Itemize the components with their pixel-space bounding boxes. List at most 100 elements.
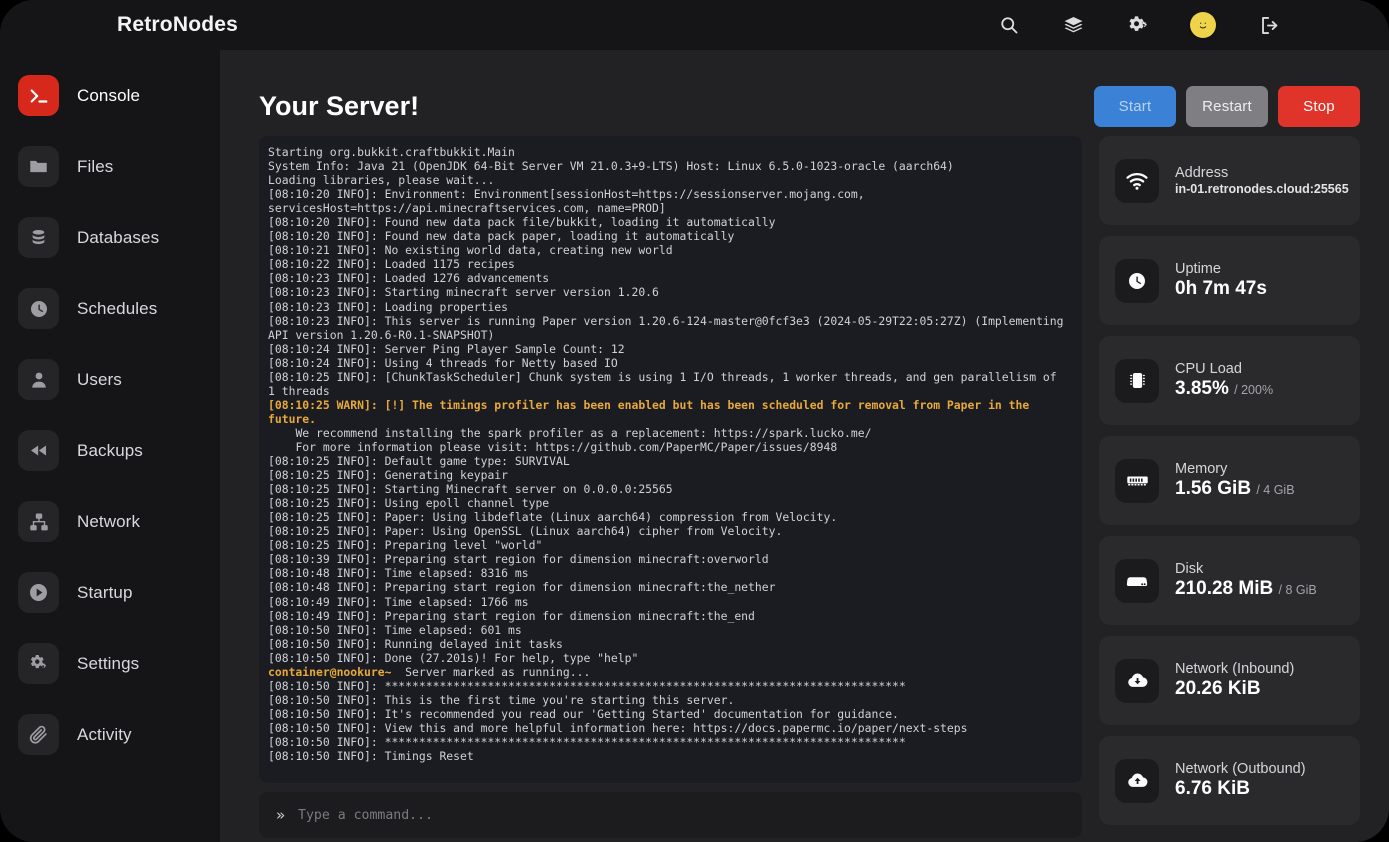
sidebar-item-console[interactable]: Console — [0, 64, 220, 127]
console-line: [08:10:50 INFO]: ***********************… — [268, 734, 906, 749]
stat-text: Uptime 0h 7m 47s — [1175, 261, 1267, 300]
sidebar-item-label: Users — [77, 369, 122, 389]
console-line: [08:10:39 INFO]: Preparing start region … — [268, 552, 769, 567]
console-line-text: Server marked as running... — [405, 664, 591, 679]
sidebar-item-label: Network — [77, 511, 141, 531]
console-line: [08:10:20 INFO]: Found new data pack fil… — [268, 215, 776, 230]
top-bar: RetroNodes — [0, 0, 1389, 50]
stat-card: Uptime 0h 7m 47s — [1099, 236, 1360, 325]
clock-icon — [18, 288, 59, 329]
stat-label: Uptime — [1175, 261, 1221, 277]
layers-icon[interactable] — [1062, 14, 1084, 36]
page-title: Your Server! — [259, 90, 420, 121]
console-line: [08:10:25 INFO]: Using epoll channel typ… — [268, 496, 550, 511]
sidebar-item-label: Startup — [77, 582, 133, 602]
clock-icon — [1115, 258, 1159, 303]
console-line: [08:10:22 INFO]: Loaded 1175 recipes — [268, 257, 515, 272]
stat-value-row: 3.85% / 200% — [1175, 378, 1273, 400]
disk-icon — [1115, 558, 1159, 603]
memory-icon — [1115, 458, 1159, 503]
console-line: [08:10:25 INFO]: Preparing level "world" — [268, 538, 543, 553]
console-line: [08:10:25 INFO]: [ChunkTaskScheduler] Ch… — [268, 369, 1064, 398]
stat-card: Disk 210.28 MiB / 8 GiB — [1099, 536, 1360, 625]
start-button[interactable]: Start — [1094, 85, 1176, 127]
sidebar-item-settings[interactable]: Settings — [0, 632, 220, 695]
stat-value: 20.26 KiB — [1175, 678, 1261, 699]
console-line: [08:10:50 INFO]: Done (27.201s)! For hel… — [268, 650, 639, 665]
command-input[interactable] — [298, 807, 1065, 823]
paperclip-icon — [18, 714, 59, 755]
sidebar-item-files[interactable]: Files — [0, 135, 220, 198]
console-line: Starting org.bukkit.craftbukkit.Main — [268, 145, 515, 159]
cloud-upload-icon — [1115, 758, 1159, 803]
gears-icon[interactable] — [1126, 14, 1148, 36]
stat-value: 1.56 GiB — [1175, 478, 1252, 499]
power-buttons: Start Restart Stop — [1094, 85, 1360, 127]
stat-card: Network (Outbound) 6.76 KiB — [1099, 736, 1360, 825]
console-line: [08:10:25 INFO]: Default game type: SURV… — [268, 454, 570, 469]
app-body: Console Files Databases Schedules Users Backu… — [0, 50, 1389, 842]
sidebar-item-databases[interactable]: Databases — [0, 206, 220, 269]
console-line: [08:10:25 INFO]: Starting Minecraft serv… — [268, 482, 673, 497]
console-line: [08:10:20 INFO]: Environment: Environmen… — [268, 187, 872, 216]
stat-text: CPU Load 3.85% / 200% — [1175, 361, 1273, 400]
console-line: [08:10:50 INFO]: This is the first time … — [268, 692, 735, 707]
stat-card: CPU Load 3.85% / 200% — [1099, 336, 1360, 425]
stat-value-row: in-01.retronodes.cloud:25565 — [1175, 182, 1349, 196]
cloud-download-icon — [1115, 658, 1159, 703]
sidebar-item-backups[interactable]: Backups — [0, 419, 220, 482]
console-line: [08:10:23 INFO]: Loading properties — [268, 299, 509, 314]
console-line: [08:10:24 INFO]: Server Ping Player Samp… — [268, 341, 625, 356]
sidebar-item-label: Console — [77, 85, 141, 105]
sidebar-item-schedules[interactable]: Schedules — [0, 277, 220, 340]
stat-value: 0h 7m 47s — [1175, 278, 1267, 299]
stat-label: CPU Load — [1175, 361, 1242, 377]
console-line: [08:10:24 INFO]: Using 4 threads for Net… — [268, 355, 618, 370]
sidebar-item-users[interactable]: Users — [0, 348, 220, 411]
stat-value-row: 0h 7m 47s — [1175, 278, 1267, 300]
stat-value: 210.28 MiB — [1175, 578, 1274, 599]
folder-icon — [18, 146, 59, 187]
search-icon[interactable] — [998, 14, 1020, 36]
chevrons-icon: » — [276, 806, 286, 824]
sidebar-item-network[interactable]: Network — [0, 490, 220, 553]
console-line: [08:10:48 INFO]: Preparing start region … — [268, 580, 776, 595]
console-line: [08:10:50 INFO]: Running delayed init ta… — [268, 636, 563, 651]
play-circle-icon — [18, 572, 59, 613]
console-line: [08:10:48 INFO]: Time elapsed: 8316 ms — [268, 566, 529, 581]
sidebar-item-startup[interactable]: Startup — [0, 561, 220, 624]
stat-value: in-01.retronodes.cloud:25565 — [1175, 182, 1349, 196]
console-line: [08:10:23 INFO]: Loaded 1276 advancement… — [268, 271, 550, 286]
stat-label: Memory — [1175, 461, 1228, 477]
brand-title: RetroNodes — [116, 13, 239, 36]
wifi-icon — [1115, 158, 1159, 203]
stat-card: Network (Inbound) 20.26 KiB — [1099, 636, 1360, 725]
avatar[interactable] — [1190, 12, 1216, 38]
stop-button[interactable]: Stop — [1278, 85, 1360, 127]
logout-icon[interactable] — [1258, 14, 1280, 36]
stat-value: 3.85% — [1175, 378, 1229, 399]
stat-text: Disk 210.28 MiB / 8 GiB — [1175, 561, 1317, 600]
console-output[interactable]: Starting org.bukkit.craftbukkit.Main Syst… — [259, 136, 1082, 783]
sitemap-icon — [18, 501, 59, 542]
restart-button[interactable]: Restart — [1186, 85, 1268, 127]
stat-text: Memory 1.56 GiB / 4 GiB — [1175, 461, 1295, 500]
console-line: We recommend installing the spark profil… — [268, 425, 872, 440]
stat-sub: / 8 GiB — [1278, 583, 1317, 597]
sidebar-item-label: Settings — [77, 653, 140, 673]
console-line: [08:10:25 WARN]: [!] The timings profile… — [268, 397, 1037, 426]
console-line: [08:10:23 INFO]: This server is running … — [268, 313, 1071, 342]
stat-label: Network (Inbound) — [1175, 661, 1295, 677]
console-line: [08:10:25 INFO]: Paper: Using libdeflate… — [268, 510, 838, 525]
console-line: Loading libraries, please wait... — [268, 173, 495, 188]
stat-sub: / 4 GiB — [1256, 483, 1295, 497]
stat-card: Address in-01.retronodes.cloud:25565 — [1099, 136, 1360, 225]
sidebar-item-activity[interactable]: Activity — [0, 703, 220, 766]
stat-value-row: 210.28 MiB / 8 GiB — [1175, 578, 1317, 600]
stat-value-row: 6.76 KiB — [1175, 778, 1306, 800]
console-prompt: container@nookure~ — [268, 664, 392, 679]
sidebar-item-label: Schedules — [77, 298, 158, 318]
stat-value-row: 20.26 KiB — [1175, 678, 1294, 700]
console-line: [08:10:50 INFO]: Time elapsed: 601 ms — [268, 622, 522, 637]
console-line: System Info: Java 21 (OpenJDK 64-Bit Ser… — [268, 159, 954, 174]
